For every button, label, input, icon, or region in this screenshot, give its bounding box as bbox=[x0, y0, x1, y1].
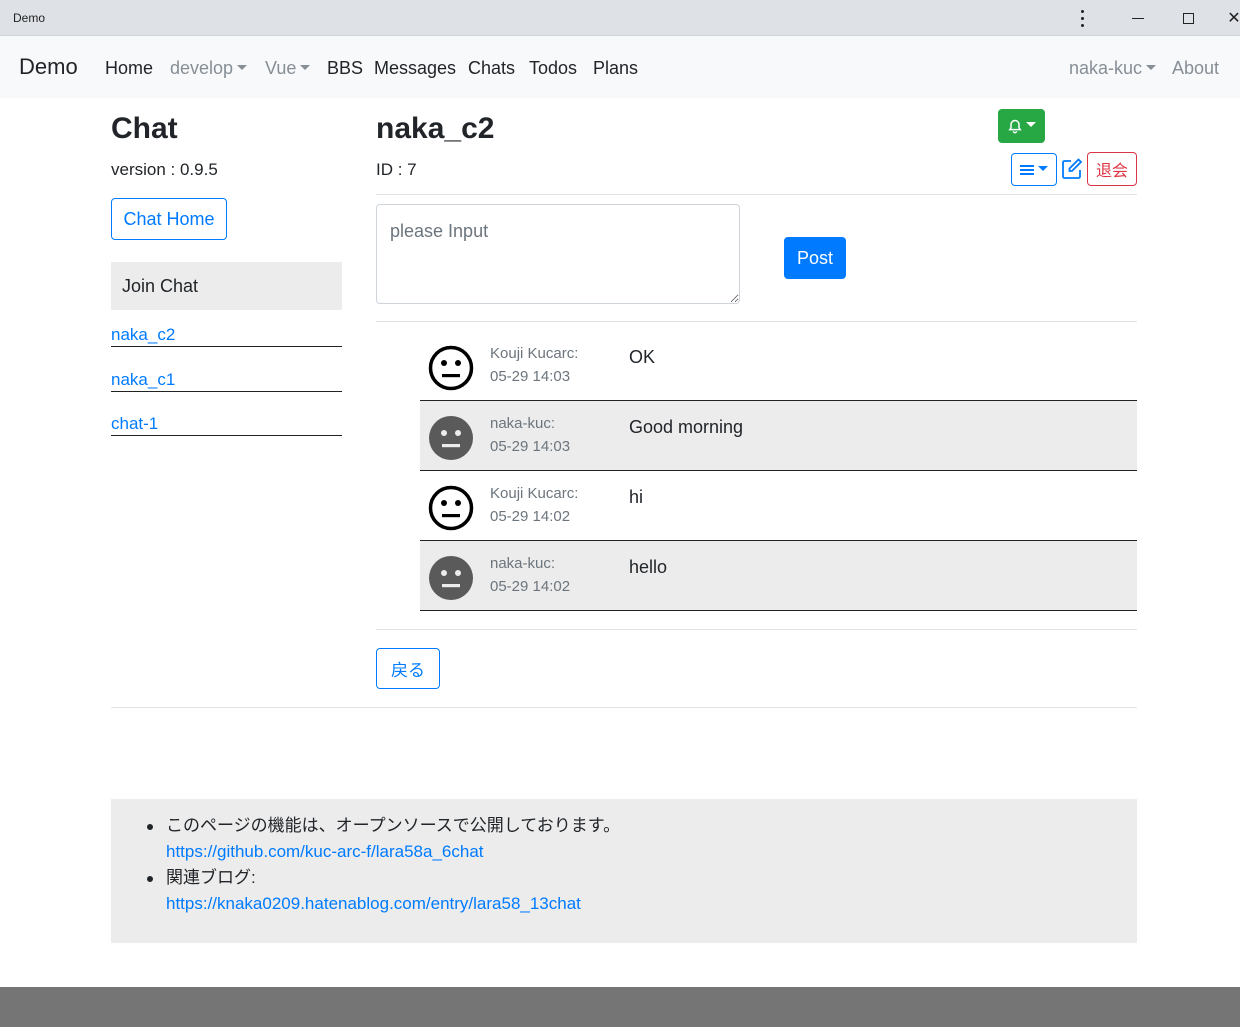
navbar-brand[interactable]: Demo bbox=[19, 54, 78, 80]
nav-vue-dropdown[interactable]: Vue bbox=[265, 58, 311, 79]
chat-home-button[interactable]: Chat Home bbox=[111, 198, 227, 240]
divider bbox=[111, 707, 1137, 708]
bell-icon bbox=[1007, 119, 1022, 133]
nav-user-dropdown[interactable]: naka-kuc bbox=[1069, 58, 1157, 79]
message-item: Kouji Kucarc: 05-29 14:03 OK bbox=[420, 331, 1137, 401]
nav-about[interactable]: About bbox=[1172, 58, 1219, 79]
window-title: Demo bbox=[13, 11, 46, 25]
nav-todos[interactable]: Todos bbox=[529, 58, 577, 79]
back-button[interactable]: 戻る bbox=[376, 648, 440, 689]
nav-messages[interactable]: Messages bbox=[374, 58, 456, 79]
notification-dropdown-button[interactable] bbox=[998, 109, 1045, 143]
info-item: 関連ブログ: https://knaka0209.hatenablog.com/… bbox=[146, 865, 620, 917]
post-button[interactable]: Post bbox=[784, 237, 846, 279]
nav-develop-label: develop bbox=[170, 58, 234, 78]
divider bbox=[376, 629, 1137, 630]
message-sender: naka-kuc: bbox=[490, 415, 556, 432]
neutral-face-icon bbox=[428, 345, 474, 391]
info-item: このページの機能は、オープンソースで公開しております。 https://gith… bbox=[146, 813, 621, 865]
message-input[interactable] bbox=[376, 204, 740, 304]
neutral-face-icon bbox=[429, 556, 473, 600]
close-icon[interactable]: ✕ bbox=[1222, 6, 1240, 30]
message-sender: naka-kuc: bbox=[490, 555, 556, 572]
chevron-down-icon bbox=[1146, 65, 1157, 71]
minimize-icon[interactable] bbox=[1126, 6, 1150, 30]
message-time: 05-29 14:03 bbox=[490, 438, 571, 455]
room-menu-button[interactable] bbox=[1011, 153, 1057, 186]
version-label: version : 0.9.5 bbox=[111, 160, 218, 179]
room-link-naka-c1[interactable]: naka_c1 bbox=[111, 370, 342, 392]
navbar: Demo Home develop Vue BBS Messages Chats… bbox=[0, 36, 1240, 98]
message-text: Good morning bbox=[629, 417, 744, 437]
info-list: このページの機能は、オープンソースで公開しております。 https://gith… bbox=[146, 813, 621, 917]
nav-vue-label: Vue bbox=[265, 58, 297, 78]
message-text: hello bbox=[629, 557, 668, 577]
github-link[interactable]: https://github.com/kuc-arc-f/lara58a_6ch… bbox=[166, 839, 620, 865]
nav-develop-dropdown[interactable]: develop bbox=[170, 58, 248, 79]
neutral-face-icon bbox=[429, 416, 473, 460]
room-id: ID : 7 bbox=[376, 160, 417, 179]
room-title: naka_c2 bbox=[376, 112, 495, 145]
bottom-bar bbox=[0, 987, 1240, 1027]
menu-icon bbox=[1020, 164, 1034, 175]
more-options-icon[interactable] bbox=[1070, 6, 1094, 30]
message-sender: Kouji Kucarc: bbox=[490, 345, 579, 362]
message-time: 05-29 14:02 bbox=[490, 578, 571, 595]
chevron-down-icon bbox=[1038, 165, 1048, 171]
divider bbox=[376, 194, 1137, 195]
edit-icon[interactable] bbox=[1061, 157, 1083, 181]
nav-plans[interactable]: Plans bbox=[593, 58, 638, 79]
nav-user-label: naka-kuc bbox=[1069, 58, 1143, 78]
chevron-down-icon bbox=[300, 65, 311, 71]
nav-chats[interactable]: Chats bbox=[468, 58, 515, 79]
maximize-icon[interactable] bbox=[1176, 6, 1200, 30]
message-time: 05-29 14:02 bbox=[490, 508, 571, 525]
nav-home[interactable]: Home bbox=[105, 58, 153, 79]
join-chat-header: Join Chat bbox=[111, 262, 342, 310]
message-item: Kouji Kucarc: 05-29 14:02 hi bbox=[420, 471, 1137, 541]
info-text: 関連ブログ: bbox=[166, 868, 256, 887]
room-link-naka-c2[interactable]: naka_c2 bbox=[111, 325, 342, 347]
message-item: naka-kuc: 05-29 14:02 hello bbox=[420, 541, 1137, 611]
room-link-chat-1[interactable]: chat-1 bbox=[111, 414, 342, 436]
leave-room-button[interactable]: 退会 bbox=[1087, 152, 1137, 186]
divider bbox=[376, 321, 1137, 322]
info-text: このページの機能は、オープンソースで公開しております。 bbox=[166, 816, 621, 835]
message-text: hi bbox=[629, 487, 644, 507]
chevron-down-icon bbox=[237, 65, 248, 71]
message-time: 05-29 14:03 bbox=[490, 368, 571, 385]
chevron-down-icon bbox=[1025, 122, 1036, 127]
sidebar-title: Chat bbox=[111, 112, 178, 145]
window-titlebar: Demo ✕ bbox=[0, 0, 1240, 36]
message-text: OK bbox=[629, 347, 656, 367]
message-item: naka-kuc: 05-29 14:03 Good morning bbox=[420, 401, 1137, 471]
neutral-face-icon bbox=[428, 485, 474, 531]
blog-link[interactable]: https://knaka0209.hatenablog.com/entry/l… bbox=[166, 891, 620, 917]
message-sender: Kouji Kucarc: bbox=[490, 485, 579, 502]
info-box: このページの機能は、オープンソースで公開しております。 https://gith… bbox=[111, 799, 1137, 943]
nav-bbs[interactable]: BBS bbox=[327, 58, 363, 79]
